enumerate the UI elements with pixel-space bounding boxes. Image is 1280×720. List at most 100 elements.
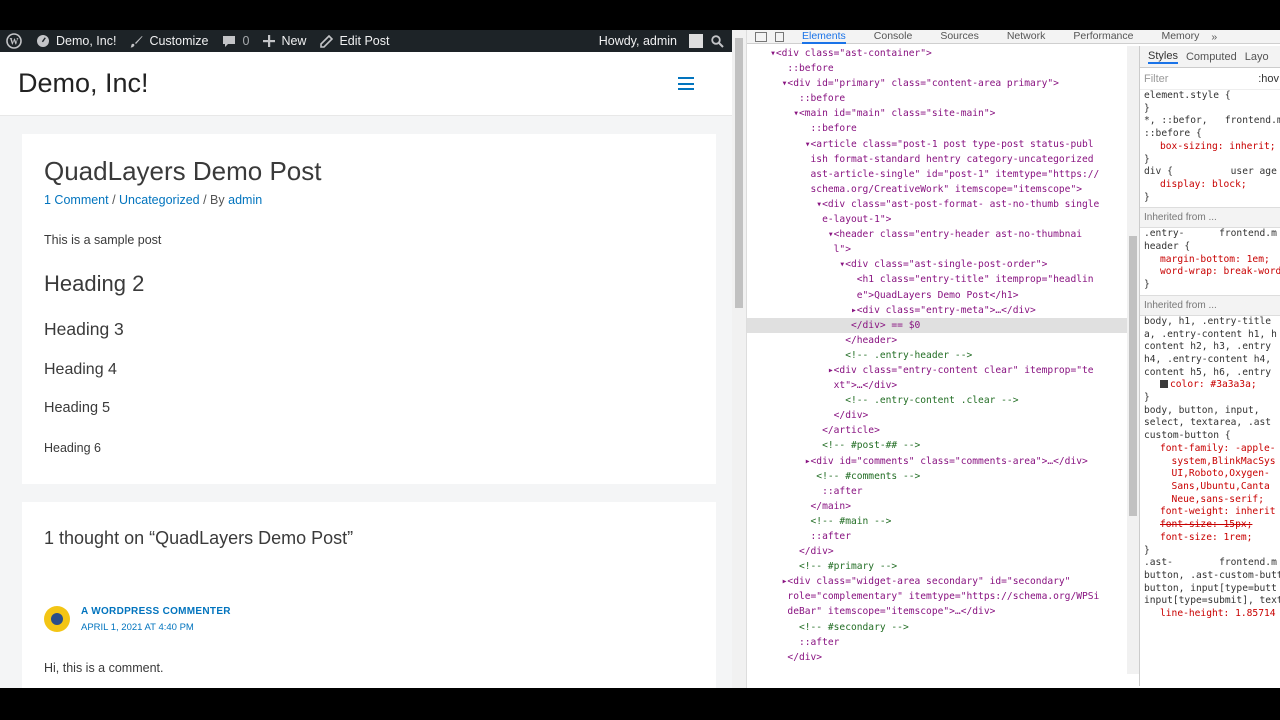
dom-line[interactable]: <!-- .entry-content .clear --> (747, 393, 1127, 408)
page-scrollbar-thumb[interactable] (735, 38, 743, 308)
css-property[interactable]: system,BlinkMacSys (1140, 456, 1280, 469)
css-property[interactable]: font-size: 1rem; (1140, 532, 1280, 545)
wordpress-logo-button[interactable]: W (6, 33, 22, 49)
dom-line[interactable]: </div> (747, 408, 1127, 423)
dom-line[interactable]: deBar" itemscope="itemscope">…</div> (747, 604, 1127, 619)
dom-line[interactable]: <!-- #main --> (747, 514, 1127, 529)
new-content-button[interactable]: New (263, 34, 306, 48)
dom-line[interactable]: ::before (747, 61, 1127, 76)
dom-scrollbar-thumb[interactable] (1129, 236, 1137, 516)
comment-author[interactable]: A WORDPRESS COMMENTER (81, 606, 231, 617)
css-property[interactable]: Neue,sans-serif; (1140, 494, 1280, 507)
css-property[interactable]: Sans,Ubuntu,Canta (1140, 481, 1280, 494)
css-selector[interactable]: .entry- frontend.m (1140, 228, 1280, 241)
dom-line[interactable]: ▾<main id="main" class="site-main"> (747, 106, 1127, 121)
css-selector[interactable]: } (1140, 545, 1280, 558)
css-property[interactable]: box-sizing: inherit; (1140, 141, 1280, 154)
dom-line[interactable]: ▾<article class="post-1 post type-post s… (747, 137, 1127, 152)
dom-line[interactable]: ast-article-single" id="post-1" itemtype… (747, 167, 1127, 182)
css-selector[interactable]: custom-button { (1140, 430, 1280, 443)
dom-line[interactable]: schema.org/CreativeWork" itemscope="item… (747, 182, 1127, 197)
color-swatch[interactable] (1160, 380, 1168, 389)
hov-toggle[interactable]: :hov (1258, 73, 1279, 85)
inspect-element-icon[interactable] (755, 31, 767, 42)
css-selector[interactable]: div { user age (1140, 166, 1280, 179)
css-property[interactable]: display: block; (1140, 179, 1280, 192)
search-button[interactable] (711, 34, 724, 48)
dom-line[interactable]: l"> (747, 242, 1127, 257)
css-selector[interactable]: } (1140, 279, 1280, 292)
device-toolbar-icon[interactable] (775, 31, 784, 42)
css-selector[interactable]: header { (1140, 241, 1280, 254)
comments-link[interactable]: 1 Comment (44, 193, 109, 207)
styles-tab-styles[interactable]: Styles (1148, 50, 1178, 64)
devtools-tab-console[interactable]: Console (874, 30, 913, 44)
css-selector[interactable]: element.style { (1140, 90, 1280, 103)
filter-input[interactable]: Filter (1144, 73, 1168, 85)
css-property[interactable]: font-weight: inherit (1140, 506, 1280, 519)
dom-line[interactable]: ▾<div class="ast-container"> (747, 46, 1127, 61)
dom-scrollbar[interactable] (1127, 46, 1139, 674)
dom-line[interactable]: ▸<div class="widget-area secondary" id="… (747, 574, 1127, 589)
more-tabs-button[interactable]: » (1211, 31, 1217, 43)
dom-line[interactable]: ▸<div class="entry-meta">…</div> (747, 303, 1127, 318)
dom-line[interactable]: e">QuadLayers Demo Post</h1> (747, 288, 1127, 303)
dom-line[interactable]: ▾<div id="primary" class="content-area p… (747, 76, 1127, 91)
css-selector[interactable]: button, input[type=butt (1140, 583, 1280, 596)
dom-line[interactable]: </div> == $0 (747, 317, 1127, 333)
css-selector[interactable]: select, textarea, .ast (1140, 417, 1280, 430)
dom-line[interactable]: <!-- #comments --> (747, 469, 1127, 484)
css-selector[interactable]: .ast- frontend.m (1140, 557, 1280, 570)
styles-tab-computed[interactable]: Computed (1186, 51, 1237, 63)
css-selector[interactable]: body, button, input, (1140, 405, 1280, 418)
dom-line[interactable]: <h1 class="entry-title" itemprop="headli… (747, 272, 1127, 287)
css-property[interactable]: color: #3a3a3a; (1140, 379, 1280, 392)
dom-line[interactable]: <!-- .entry-header --> (747, 348, 1127, 363)
dom-line[interactable]: xt">…</div> (747, 378, 1127, 393)
dom-line[interactable]: </div> (747, 650, 1127, 665)
devtools-tab-elements[interactable]: Elements (802, 30, 846, 44)
dom-line[interactable]: ▾<header class="entry-header ast-no-thum… (747, 227, 1127, 242)
comment-date[interactable]: APRIL 1, 2021 AT 4:40 PM (81, 622, 231, 633)
author-link[interactable]: admin (228, 193, 262, 207)
dom-line[interactable]: ::before (747, 91, 1127, 106)
dom-line[interactable]: <!-- #primary --> (747, 559, 1127, 574)
styles-filter[interactable]: Filter :hov (1140, 68, 1280, 90)
dom-line[interactable]: e-layout-1"> (747, 212, 1127, 227)
css-selector[interactable]: } (1140, 154, 1280, 167)
css-selector[interactable]: ::before { (1140, 128, 1280, 141)
dom-line[interactable]: <!-- #post-## --> (747, 438, 1127, 453)
styles-tab-layo[interactable]: Layo (1245, 51, 1269, 63)
css-selector[interactable]: content h5, h6, .entry (1140, 367, 1280, 380)
dom-line[interactable]: ▸<div class="entry-content clear" itempr… (747, 363, 1127, 378)
dom-tree[interactable]: ▾<div class="ast-container"> ::before ▾<… (747, 46, 1127, 686)
css-property[interactable]: line-height: 1.85714 (1140, 608, 1280, 621)
css-property[interactable]: UI,Roboto,Oxygen- (1140, 468, 1280, 481)
customize-button[interactable]: Customize (130, 34, 208, 48)
css-selector[interactable]: } (1140, 192, 1280, 205)
css-selector[interactable]: *, ::befor, frontend.m (1140, 115, 1280, 128)
category-link[interactable]: Uncategorized (119, 193, 200, 207)
dom-line[interactable]: ::after (747, 529, 1127, 544)
menu-toggle-icon[interactable] (678, 77, 694, 90)
css-selector[interactable]: body, h1, .entry-title (1140, 316, 1280, 329)
dom-line[interactable]: </div> (747, 544, 1127, 559)
dom-line[interactable]: role="complementary" itemtype="https://s… (747, 589, 1127, 604)
css-property[interactable]: margin-bottom: 1em; (1140, 254, 1280, 267)
css-property[interactable]: font-family: -apple- (1140, 443, 1280, 456)
css-selector[interactable]: } (1140, 103, 1280, 116)
dom-line[interactable]: ::after (747, 484, 1127, 499)
devtools-tab-memory[interactable]: Memory (1161, 30, 1199, 44)
dom-line[interactable]: ▾<div class="ast-single-post-order"> (747, 257, 1127, 272)
css-property[interactable]: word-wrap: break-word (1140, 266, 1280, 279)
edit-post-button[interactable]: Edit Post (320, 34, 389, 48)
my-account-button[interactable]: Howdy, admin (599, 34, 703, 48)
css-selector[interactable]: h4, .entry-content h4, (1140, 354, 1280, 367)
dom-line[interactable]: </header> (747, 333, 1127, 348)
css-selector[interactable]: } (1140, 392, 1280, 405)
dom-line[interactable]: ish format-standard hentry category-unca… (747, 152, 1127, 167)
dom-line[interactable]: <!-- #secondary --> (747, 620, 1127, 635)
css-selector[interactable]: a, .entry-content h1, h (1140, 329, 1280, 342)
page-scrollbar[interactable] (732, 30, 746, 688)
devtools-tab-sources[interactable]: Sources (940, 30, 979, 44)
